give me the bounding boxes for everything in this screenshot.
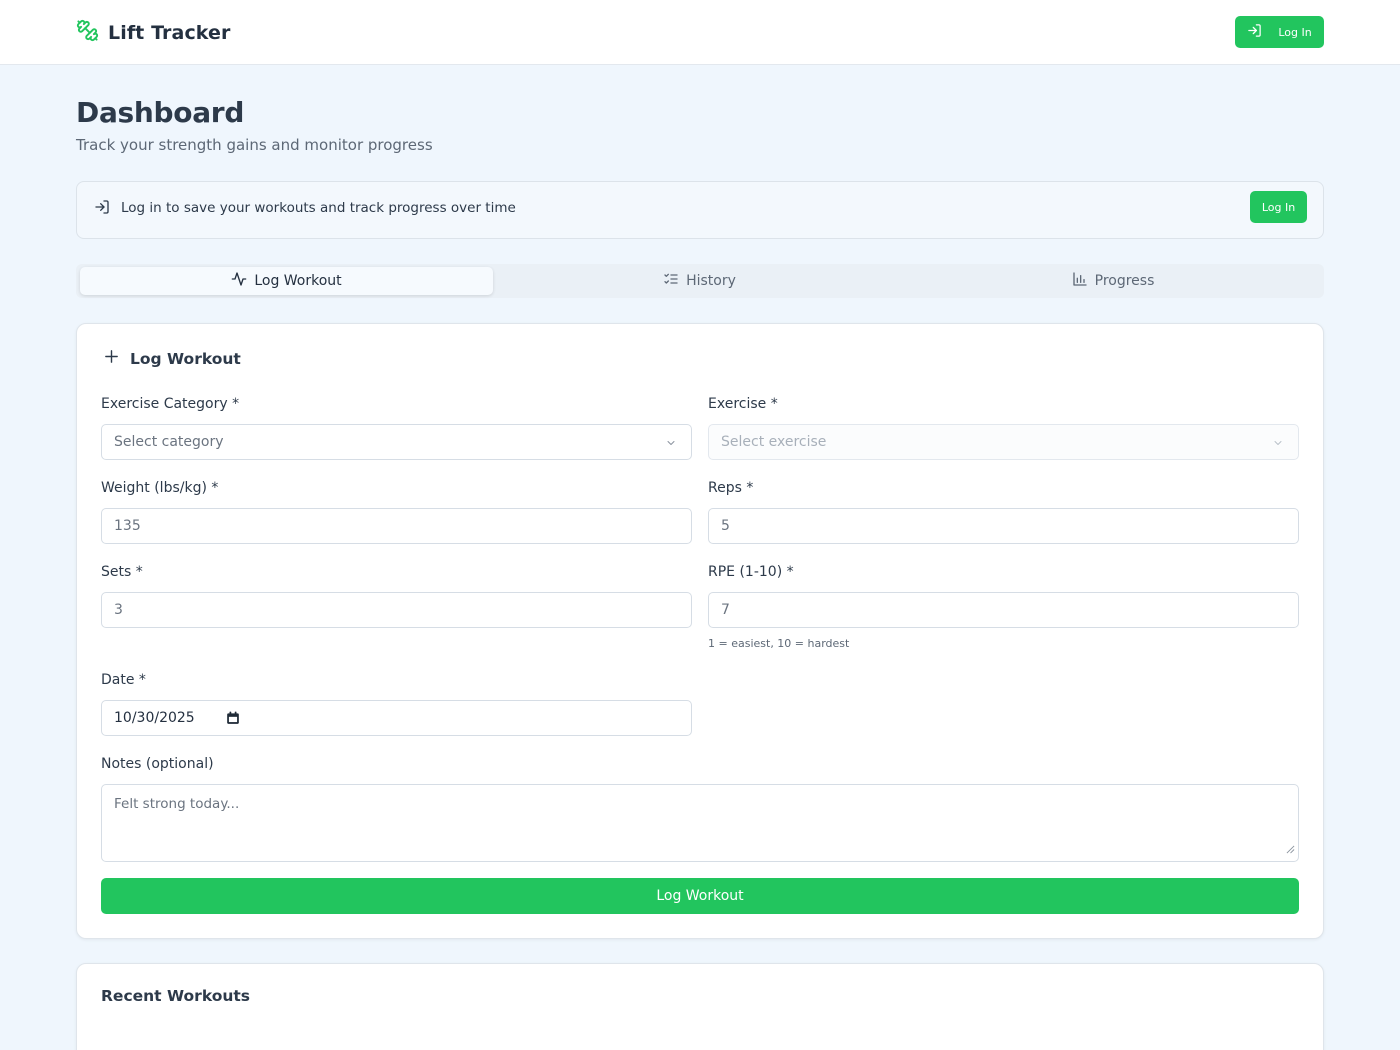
notes-label: Notes (optional) (101, 756, 214, 772)
chevron-down-icon (1272, 437, 1284, 453)
date-value: 10/30/2025 (114, 710, 195, 726)
tab-history[interactable]: History (493, 267, 906, 295)
resize-handle-icon[interactable] (1286, 842, 1295, 858)
rpe-hint: 1 = easiest, 10 = hardest (708, 637, 850, 650)
sets-input[interactable]: 3 (101, 592, 692, 628)
log-in-icon (1247, 23, 1262, 41)
weight-input[interactable]: 135 (101, 508, 692, 544)
rpe-label: RPE (1-10) * (708, 564, 794, 580)
sets-label: Sets * (101, 564, 143, 580)
tab-progress[interactable]: Progress (906, 267, 1320, 295)
chevron-down-icon (665, 437, 677, 453)
log-in-icon (94, 199, 110, 219)
weight-placeholder: 135 (114, 518, 141, 534)
category-placeholder: Select category (114, 434, 224, 450)
reps-input[interactable]: 5 (708, 508, 1299, 544)
plus-icon (103, 348, 120, 369)
tab-label: History (686, 273, 736, 289)
top-navbar: Lift Tracker Log In (0, 0, 1400, 65)
tab-label: Progress (1094, 273, 1155, 289)
banner-text: Log in to save your workouts and track p… (121, 200, 516, 216)
brand[interactable]: Lift Tracker (76, 19, 231, 46)
sets-placeholder: 3 (114, 602, 123, 618)
tab-bar: Log Workout History Progress (76, 264, 1324, 298)
banner-login-button[interactable]: Log In (1250, 191, 1307, 223)
reps-placeholder: 5 (721, 518, 730, 534)
login-banner: Log in to save your workouts and track p… (76, 181, 1324, 239)
category-select[interactable]: Select category (101, 424, 692, 460)
dumbbell-icon (76, 19, 99, 46)
card-title: Log Workout (103, 348, 241, 369)
rpe-placeholder: 7 (721, 602, 730, 618)
rpe-input[interactable]: 7 (708, 592, 1299, 628)
notes-placeholder: Felt strong today... (114, 796, 240, 812)
page-title: Dashboard (76, 96, 245, 129)
exercise-label: Exercise * (708, 396, 778, 412)
brand-name: Lift Tracker (108, 21, 231, 44)
category-label: Exercise Category * (101, 396, 240, 412)
log-workout-submit-button[interactable]: Log Workout (101, 878, 1299, 914)
tab-log-workout[interactable]: Log Workout (80, 267, 493, 295)
activity-icon (231, 271, 247, 291)
date-input[interactable]: 10/30/2025 (101, 700, 692, 736)
card-title-text: Log Workout (130, 349, 241, 368)
tab-label: Log Workout (254, 273, 342, 289)
recent-workouts-card: Recent Workouts (76, 963, 1324, 1050)
list-check-icon (663, 271, 679, 291)
header-login-button[interactable]: Log In (1235, 16, 1324, 48)
date-label: Date * (101, 672, 146, 688)
log-workout-card: Log Workout Exercise Category * Select c… (76, 323, 1324, 939)
weight-label: Weight (lbs/kg) * (101, 480, 219, 496)
bar-chart-icon (1072, 271, 1088, 291)
calendar-icon[interactable] (226, 711, 240, 729)
reps-label: Reps * (708, 480, 754, 496)
header-login-label: Log In (1278, 25, 1312, 39)
notes-textarea[interactable]: Felt strong today... (101, 784, 1299, 862)
exercise-placeholder: Select exercise (721, 434, 827, 450)
page-subtitle: Track your strength gains and monitor pr… (76, 136, 433, 154)
recent-workouts-title: Recent Workouts (101, 987, 251, 1005)
exercise-select[interactable]: Select exercise (708, 424, 1299, 460)
